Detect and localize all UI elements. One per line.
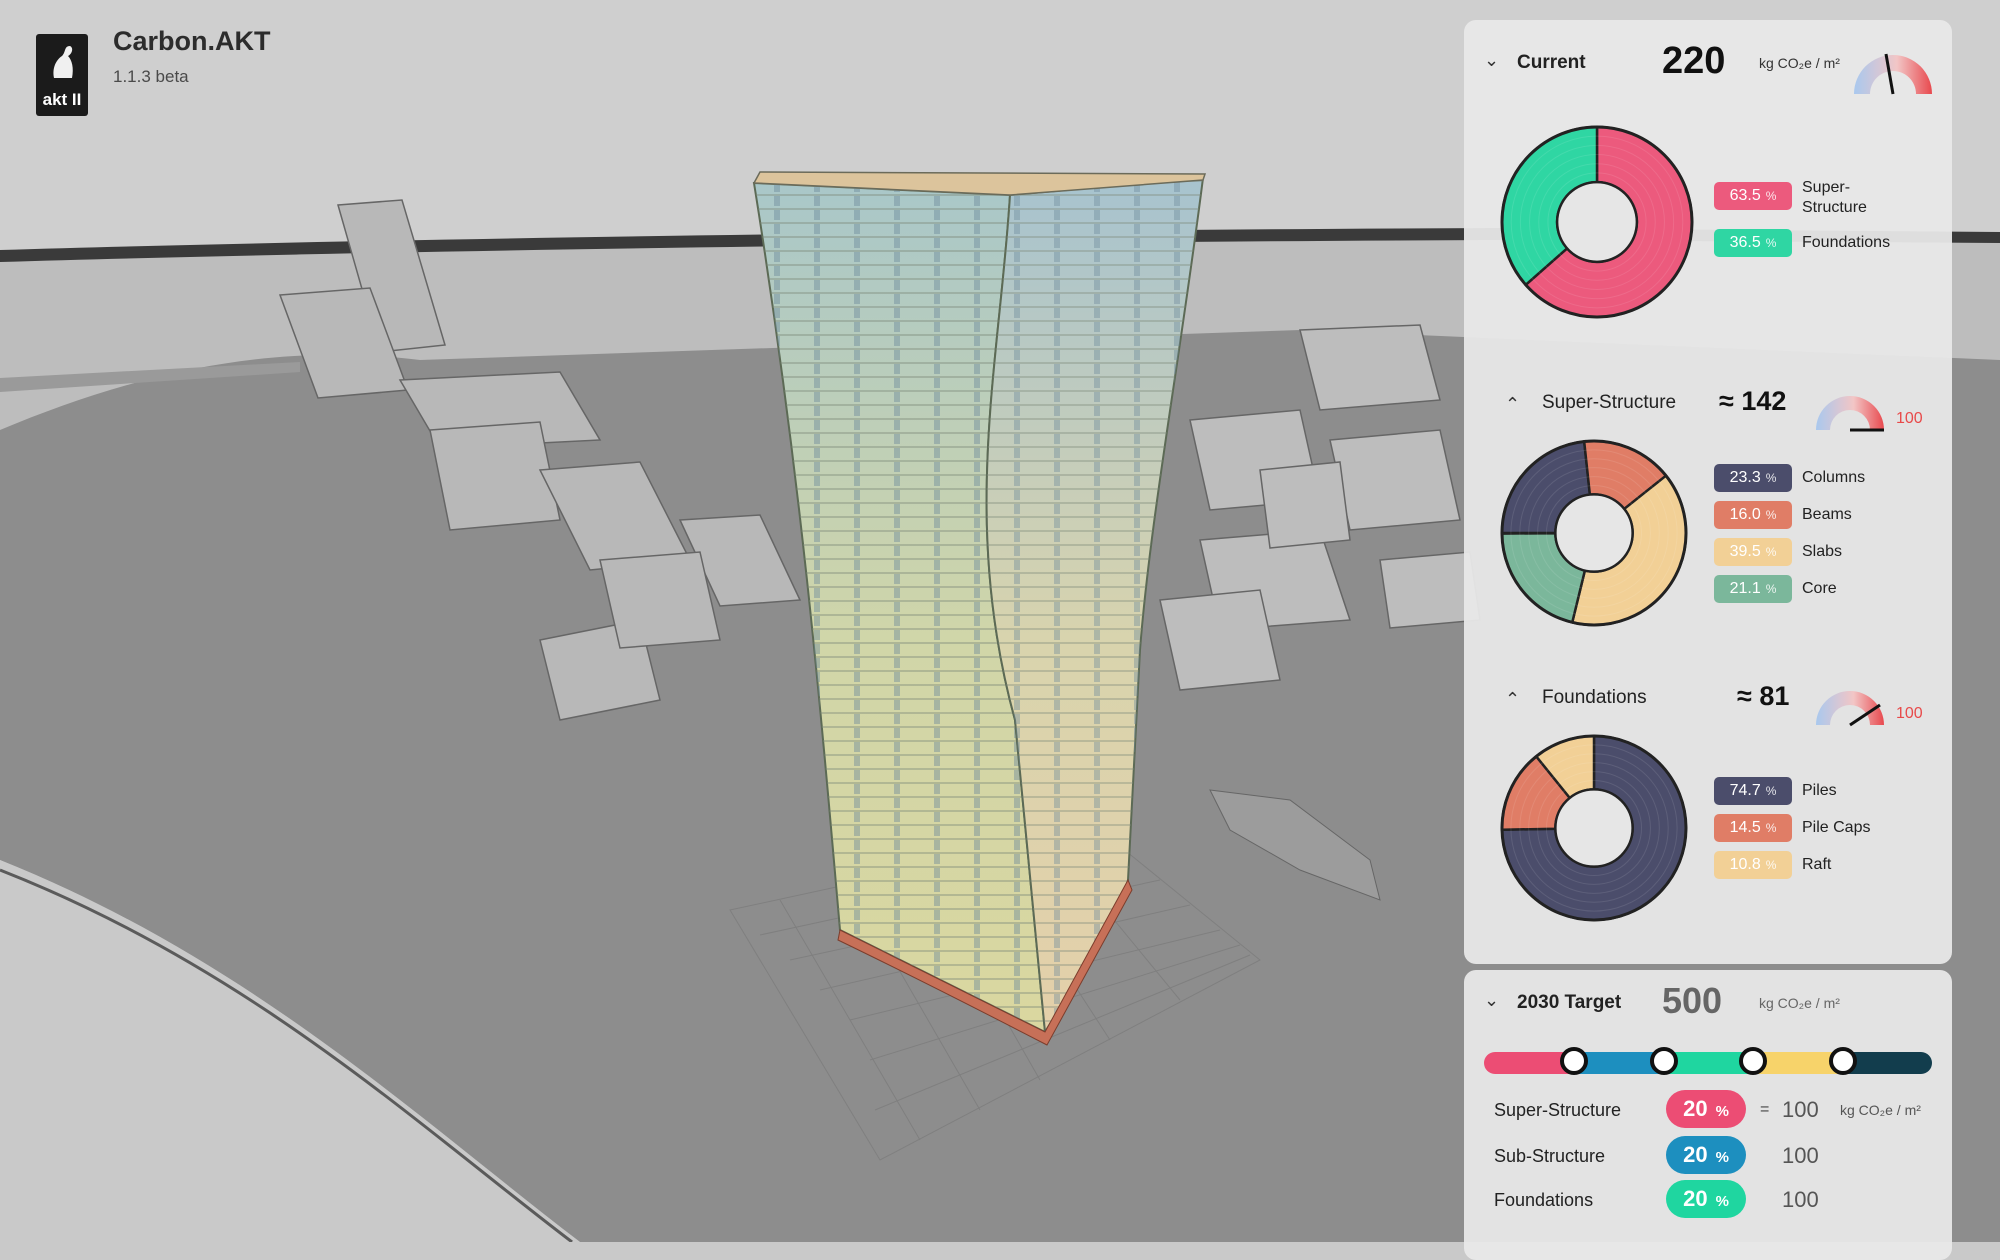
chevron-up-icon[interactable]: ⌃ xyxy=(1505,394,1520,415)
donut-hole xyxy=(1554,788,1634,868)
pct-badge: 10.8% xyxy=(1714,851,1792,879)
foundations-donut-chart[interactable] xyxy=(1499,733,1689,923)
target-row-substructure: Sub-Structure 20% 100 xyxy=(1464,1136,1952,1176)
split-handle[interactable] xyxy=(1650,1047,1678,1075)
legend-label: Raft xyxy=(1802,856,1832,873)
current-label: Current xyxy=(1517,52,1586,73)
akt-figure-icon xyxy=(53,46,73,78)
current-header[interactable]: ⌄ Current 220 kg CO₂e / m² xyxy=(1464,40,1952,95)
foundations-label: Foundations xyxy=(1542,687,1647,708)
pct-badge: 14.5% xyxy=(1714,814,1792,842)
split-handle[interactable] xyxy=(1560,1047,1588,1075)
pct-badge: 39.5% xyxy=(1714,538,1792,566)
superstructure-donut-chart[interactable] xyxy=(1499,438,1689,628)
target-panel: ⌄ 2030 Target 500 kg CO₂e / m² Super-Str… xyxy=(1464,970,1952,1260)
pct-badge: 16.0% xyxy=(1714,501,1792,529)
legend-item-piles[interactable]: 74.7% Piles xyxy=(1714,777,1934,807)
split-handle[interactable] xyxy=(1739,1047,1767,1075)
target-row-name: Sub-Structure xyxy=(1494,1146,1606,1166)
target-label: 2030 Target xyxy=(1517,992,1622,1013)
legend-label: Beams xyxy=(1802,506,1852,523)
superstructure-approx: ≈ 142 xyxy=(1719,386,1787,416)
split-handle[interactable] xyxy=(1829,1047,1857,1075)
legend-label: Slabs xyxy=(1802,543,1843,560)
target-row-name: Super-Structure xyxy=(1494,1100,1622,1120)
target-row-unit: kg CO₂e / m² xyxy=(1840,1102,1921,1118)
gauge-icon xyxy=(1854,53,1932,95)
chevron-up-icon[interactable]: ⌃ xyxy=(1505,689,1520,710)
target-row-foundations: Foundations 20% 100 xyxy=(1464,1180,1952,1220)
foundations-approx: ≈ 81 xyxy=(1737,681,1790,711)
legend-item-slabs[interactable]: 39.5% Slabs xyxy=(1714,538,1934,568)
legend-item-superstructure[interactable]: 63.5% Super- Structure xyxy=(1714,179,1934,216)
target-split-bar[interactable] xyxy=(1484,1052,1932,1074)
superstructure-label: Super-Structure xyxy=(1542,392,1677,413)
app-logo: akt II xyxy=(36,34,88,116)
legend-item-columns[interactable]: 23.3% Columns xyxy=(1714,464,1934,494)
pct-badge: 74.7% xyxy=(1714,777,1792,805)
legend-label: Super- Structure xyxy=(1802,179,1867,216)
pct-badge: 36.5% xyxy=(1714,229,1792,257)
legend-label: Pile Caps xyxy=(1802,819,1871,836)
chevron-down-icon[interactable]: ⌄ xyxy=(1484,50,1499,71)
target-row-value: 100 xyxy=(1782,1187,1819,1212)
current-value: 220 xyxy=(1662,40,1726,82)
superstructure-gauge-max: 100 xyxy=(1896,410,1923,427)
app-version: 1.1.3 beta xyxy=(113,67,189,86)
pct-badge: 21.1% xyxy=(1714,575,1792,603)
target-row-name: Foundations xyxy=(1494,1190,1594,1210)
pct-pill[interactable]: 20% xyxy=(1666,1180,1746,1218)
legend-label: Core xyxy=(1802,580,1837,597)
foundations-header[interactable]: ⌃ Foundations ≈ 81 100 xyxy=(1464,675,1952,727)
target-value: 500 xyxy=(1662,980,1723,1021)
pct-badge: 23.3% xyxy=(1714,464,1792,492)
chevron-down-icon[interactable]: ⌄ xyxy=(1484,990,1499,1011)
legend-label: Columns xyxy=(1802,469,1866,486)
donut-hole xyxy=(1554,493,1634,573)
target-row-superstructure: Super-Structure 20% = 100 kg CO₂e / m² xyxy=(1464,1090,1952,1130)
target-row-value: 100 xyxy=(1782,1097,1819,1122)
target-row-value: 100 xyxy=(1782,1143,1819,1168)
gauge-icon xyxy=(1816,691,1884,727)
equals-sign: = xyxy=(1760,1101,1770,1118)
superstructure-header[interactable]: ⌃ Super-Structure ≈ 142 100 xyxy=(1464,380,1952,432)
target-header[interactable]: ⌄ 2030 Target 500 kg CO₂e / m² xyxy=(1464,980,1952,1030)
legend-item-raft[interactable]: 10.8% Raft xyxy=(1714,851,1934,881)
target-unit: kg CO₂e / m² xyxy=(1759,995,1840,1011)
app-title: Carbon.AKT xyxy=(113,26,271,56)
current-donut-chart[interactable] xyxy=(1499,124,1695,320)
legend-item-pile-caps[interactable]: 14.5% Pile Caps xyxy=(1714,814,1934,844)
gauge-icon xyxy=(1816,396,1884,432)
pct-badge: 63.5% xyxy=(1714,182,1792,210)
current-unit: kg CO₂e / m² xyxy=(1759,55,1840,71)
foundations-gauge-max: 100 xyxy=(1896,705,1923,722)
pct-pill[interactable]: 20% xyxy=(1666,1136,1746,1174)
legend-label: Foundations xyxy=(1802,234,1891,251)
legend-item-beams[interactable]: 16.0% Beams xyxy=(1714,501,1934,531)
logo-text: akt II xyxy=(42,90,82,109)
legend-item-core[interactable]: 21.1% Core xyxy=(1714,575,1934,605)
pct-pill[interactable]: 20% xyxy=(1666,1090,1746,1128)
donut-hole xyxy=(1555,180,1639,264)
current-panel: ⌄ Current 220 kg CO₂e / m² 63.5% Super- … xyxy=(1464,20,1952,964)
legend-label: Piles xyxy=(1802,782,1837,799)
legend-item-foundations[interactable]: 36.5% Foundations xyxy=(1714,229,1934,259)
